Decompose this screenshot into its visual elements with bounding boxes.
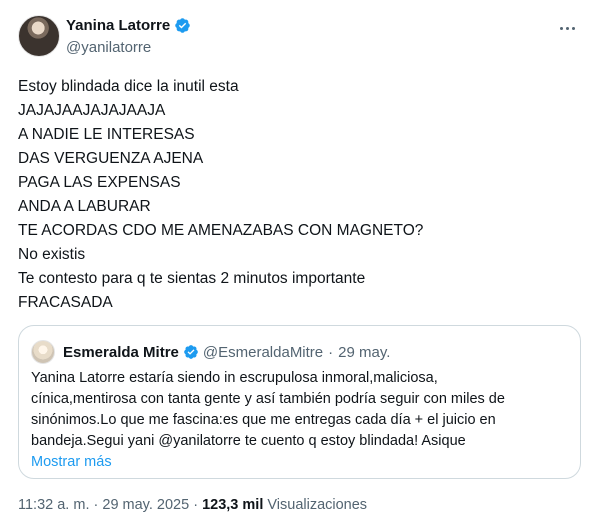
show-more-link[interactable]: Mostrar más bbox=[31, 452, 571, 473]
more-dot bbox=[559, 26, 563, 30]
tweet-text: Estoy blindada dice la inutil esta JAJAJ… bbox=[18, 75, 578, 315]
tweet-line: No existis bbox=[18, 246, 86, 263]
verified-badge-icon bbox=[175, 18, 190, 33]
author-avatar[interactable] bbox=[18, 15, 60, 57]
meta-separator: · bbox=[193, 497, 199, 513]
quoted-line: bandeja.Segui yani @yanilatorre te cuent… bbox=[31, 433, 466, 449]
author-name-row[interactable]: Yanina Latorre bbox=[66, 17, 191, 34]
views-label: Visualizaciones bbox=[267, 497, 368, 513]
tweet-line: Estoy blindada dice la inutil esta bbox=[18, 78, 239, 95]
quoted-tweet-text: Yanina Latorre estaría siendo in escrupu… bbox=[31, 368, 571, 473]
quoted-author-handle[interactable]: @EsmeraldaMitre bbox=[203, 344, 323, 361]
more-dot bbox=[571, 26, 575, 30]
author-display-name[interactable]: Yanina Latorre bbox=[66, 17, 170, 34]
more-options-icon[interactable] bbox=[556, 17, 578, 39]
quoted-date[interactable]: 29 may. bbox=[338, 344, 390, 361]
more-dot bbox=[565, 26, 569, 30]
quoted-line: cínica,mentirosa con tanta gente y así t… bbox=[31, 391, 505, 407]
meta-separator: · bbox=[93, 497, 99, 513]
author-handle[interactable]: @yanilatorre bbox=[66, 39, 151, 56]
tweet: Yanina Latorre @yanilatorre Estoy blinda… bbox=[0, 0, 596, 526]
tweet-line: A NADIE LE INTERESAS bbox=[18, 126, 195, 143]
quoted-line: Yanina Latorre estaría siendo in escrupu… bbox=[31, 370, 438, 386]
quoted-tweet-card[interactable]: Esmeralda Mitre @EsmeraldaMitre · 29 may… bbox=[18, 325, 581, 479]
tweet-line: Te contesto para q te sientas 2 minutos … bbox=[18, 270, 366, 287]
quoted-line: sinónimos.Lo que me fascina:es que me en… bbox=[31, 412, 496, 428]
tweet-meta: 11:32 a. m. · 29 may. 2025 · 123,3 mil V… bbox=[18, 497, 367, 513]
views-count: 123,3 mil bbox=[202, 497, 264, 513]
quoted-separator: · bbox=[328, 343, 334, 361]
tweet-time[interactable]: 11:32 a. m. bbox=[18, 497, 89, 513]
tweet-line: JAJAJAAJAJAJAAJA bbox=[18, 102, 166, 119]
verified-badge-icon bbox=[184, 345, 198, 359]
tweet-line: FRACASADA bbox=[18, 294, 113, 311]
quoted-author-avatar[interactable] bbox=[31, 340, 55, 364]
tweet-line: DAS VERGUENZA AJENA bbox=[18, 150, 204, 167]
tweet-date[interactable]: 29 may. 2025 bbox=[102, 497, 189, 513]
tweet-header: Yanina Latorre @yanilatorre bbox=[18, 15, 578, 59]
quoted-tweet-header: Esmeralda Mitre @EsmeraldaMitre · 29 may… bbox=[31, 340, 390, 364]
tweet-line: ANDA A LABURAR bbox=[18, 198, 151, 215]
quoted-author-display-name[interactable]: Esmeralda Mitre bbox=[63, 344, 179, 361]
tweet-line: PAGA LAS EXPENSAS bbox=[18, 174, 181, 191]
tweet-line: TE ACORDAS CDO ME AMENAZABAS CON MAGNETO… bbox=[18, 222, 424, 239]
